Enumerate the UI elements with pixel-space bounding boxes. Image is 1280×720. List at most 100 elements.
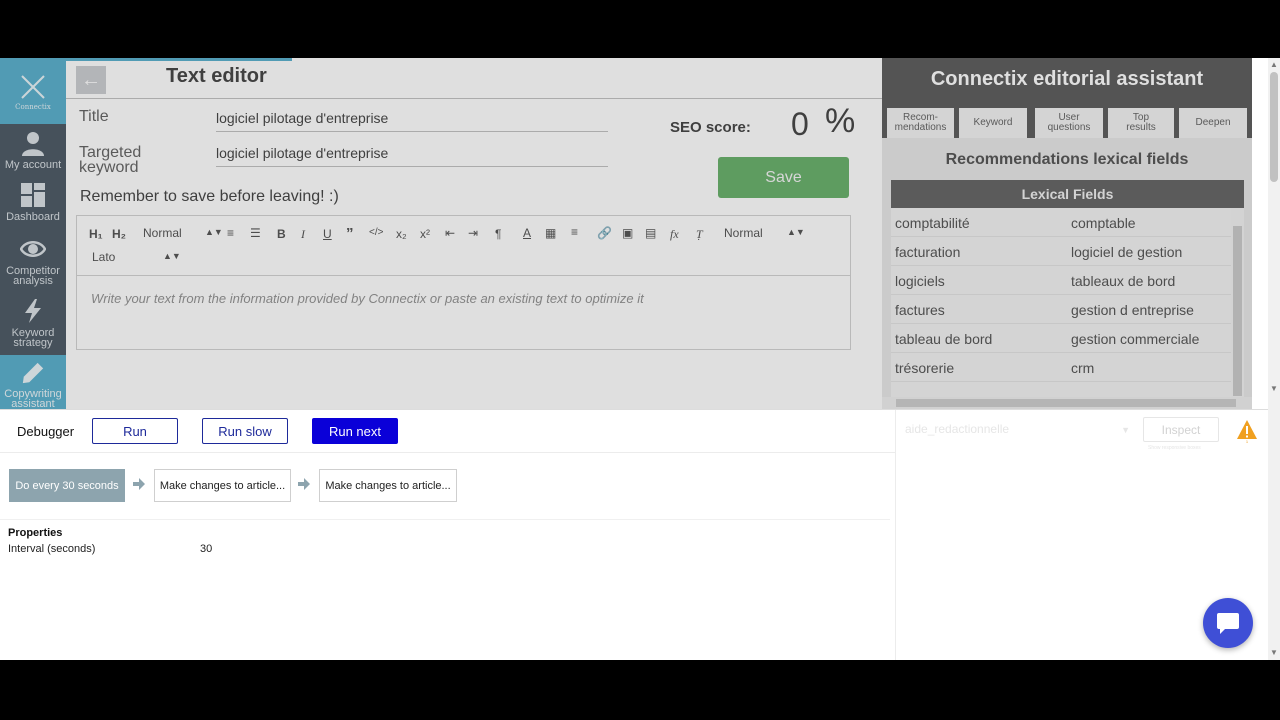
ordered-list-icon[interactable]: ≡: [227, 226, 234, 240]
superscript-icon[interactable]: x²: [420, 227, 430, 241]
sidebar-item-my-account[interactable]: My account: [0, 126, 66, 178]
quote-icon[interactable]: ”: [346, 225, 354, 242]
title-field[interactable]: logiciel pilotage d'entreprise: [216, 110, 608, 132]
pencil-icon: [22, 362, 44, 384]
warning-icon[interactable]: 1: [1236, 419, 1258, 443]
lexical-term[interactable]: crm: [1071, 360, 1094, 376]
text-color-icon[interactable]: A: [523, 226, 531, 240]
keyword-field[interactable]: logiciel pilotage d'entreprise: [216, 145, 608, 167]
logo-text: Connectix: [15, 102, 51, 111]
lexical-fields-header: Lexical Fields: [891, 180, 1244, 208]
assistant-tabs: Recom- mendations Keyword User questions…: [882, 101, 1252, 138]
title-divider: [66, 98, 882, 99]
editor-toolbar: H₁ H₂ Normal ▲▼ ≡ ☰ B I U ” </> x₂ x² ⇤ …: [77, 216, 850, 276]
tab-recommendations[interactable]: Recom- mendations: [887, 108, 954, 138]
table-row: comptabilité comptable: [891, 208, 1231, 237]
run-button[interactable]: Run: [92, 418, 178, 444]
background-color-icon[interactable]: ▦: [545, 226, 556, 240]
size-select-chevron-icon: ▲▼: [205, 227, 223, 237]
page-scroll-thumb[interactable]: [1270, 72, 1278, 182]
chevron-down-icon: ▼: [1121, 425, 1130, 435]
run-next-button[interactable]: Run next: [312, 418, 398, 444]
lexical-term[interactable]: tableau de bord: [895, 331, 992, 347]
lexical-term[interactable]: gestion commerciale: [1071, 331, 1199, 347]
lexical-term[interactable]: tableaux de bord: [1071, 273, 1175, 289]
underline-icon[interactable]: U: [323, 227, 332, 241]
code-icon[interactable]: </>: [369, 227, 383, 238]
scroll-down-icon-bottom[interactable]: ▼: [1268, 648, 1280, 657]
keyword-label: Targeted keyword: [79, 144, 142, 176]
heading2-button[interactable]: H₂: [112, 227, 126, 241]
sidebar-item-competitor-analysis[interactable]: Competitor analysis: [0, 234, 66, 290]
back-button[interactable]: ←: [76, 66, 106, 94]
editor-content-area[interactable]: Write your text from the information pro…: [91, 291, 644, 306]
lexical-term[interactable]: logiciels: [895, 273, 945, 289]
flow-node-trigger[interactable]: Do every 30 seconds: [9, 469, 125, 502]
lexical-term[interactable]: trésorerie: [895, 360, 954, 376]
connectix-logo[interactable]: Connectix: [0, 58, 66, 124]
heading1-button[interactable]: H₁: [89, 227, 103, 241]
table-row: trésorerie crm: [891, 353, 1231, 382]
lexical-table-scroll-thumb[interactable]: [1233, 226, 1242, 396]
page-scrollbar[interactable]: ▲ ▼ ▼: [1268, 58, 1280, 660]
property-value[interactable]: 30: [200, 543, 212, 555]
italic-icon[interactable]: I: [301, 227, 305, 242]
align-icon[interactable]: ≡: [571, 225, 578, 239]
chat-button[interactable]: [1203, 598, 1253, 648]
dashboard-icon: [21, 183, 45, 207]
run-slow-button[interactable]: Run slow: [202, 418, 288, 444]
table-row: factures gestion d entreprise: [891, 295, 1231, 324]
seo-score-value: 0: [791, 106, 809, 142]
save-button[interactable]: Save: [718, 157, 849, 198]
lexical-term[interactable]: comptable: [1071, 215, 1136, 231]
clear-format-icon[interactable]: Ṭ: [696, 227, 703, 242]
debugger-divider: [0, 452, 895, 453]
debugger-title: Debugger: [17, 424, 75, 439]
font-select-chevron-icon: ▲▼: [163, 251, 181, 261]
sidebar-item-label: Keyword strategy: [11, 327, 55, 349]
link-icon[interactable]: 🔗: [597, 226, 612, 240]
tab-keyword[interactable]: Keyword: [959, 108, 1027, 138]
sidebar-item-copywriting-assistant[interactable]: Copywriting assistant: [0, 355, 66, 409]
assistant-horizontal-scroll-thumb[interactable]: [896, 399, 1236, 407]
tab-user-questions[interactable]: User questions: [1035, 108, 1103, 138]
direction-icon[interactable]: ¶: [495, 227, 501, 241]
user-icon: [22, 132, 44, 156]
lexical-term[interactable]: gestion d entreprise: [1071, 302, 1194, 318]
sidebar-item-keyword-strategy[interactable]: Keyword strategy: [0, 296, 66, 352]
lexical-term[interactable]: logiciel de gestion: [1071, 244, 1182, 260]
editorial-assistant-panel: Connectix editorial assistant Recom- men…: [882, 58, 1252, 409]
sidebar-item-dashboard[interactable]: Dashboard: [0, 180, 66, 232]
tab-top-results[interactable]: Top results: [1108, 108, 1174, 138]
flow-node-action-2[interactable]: Make changes to article...: [319, 469, 457, 502]
indent-icon[interactable]: ⇥: [468, 226, 478, 240]
scenario-select[interactable]: aide_redactionnelle ▼: [905, 422, 1130, 444]
formula-icon[interactable]: fx: [670, 227, 679, 242]
font-select[interactable]: Lato: [92, 250, 115, 264]
tab-deepen[interactable]: Deepen: [1179, 108, 1247, 138]
sidebar: Connectix My account Dashboard Competito…: [0, 58, 66, 409]
size-select-2[interactable]: Normal: [724, 226, 763, 240]
image-icon[interactable]: ▤: [645, 226, 656, 240]
scenario-select-value: aide_redactionnelle: [905, 422, 1010, 436]
inspect-button[interactable]: Inspect: [1143, 417, 1219, 442]
lexical-term[interactable]: facturation: [895, 244, 960, 260]
property-key: Interval (seconds): [8, 543, 96, 555]
lexical-term[interactable]: comptabilité: [895, 215, 970, 231]
subscript-icon[interactable]: x₂: [396, 227, 407, 241]
scroll-up-icon[interactable]: ▲: [1268, 60, 1280, 69]
bullet-list-icon[interactable]: ☰: [250, 226, 261, 240]
scroll-down-icon[interactable]: ▼: [1268, 384, 1280, 393]
flow-node-action-1[interactable]: Make changes to article...: [154, 469, 291, 502]
seo-score-label: SEO score:: [670, 119, 751, 136]
properties-title: Properties: [8, 527, 63, 539]
bold-icon[interactable]: B: [277, 227, 286, 241]
section-title: Recommendations lexical fields: [945, 151, 1189, 168]
sidebar-item-label: Competitor analysis: [6, 265, 60, 287]
properties-divider: [0, 519, 890, 520]
outdent-icon[interactable]: ⇤: [445, 226, 455, 240]
sidebar-item-label: Dashboard: [6, 211, 60, 223]
video-icon[interactable]: ▣: [622, 226, 633, 240]
size-select[interactable]: Normal: [143, 226, 182, 240]
lexical-term[interactable]: factures: [895, 302, 945, 318]
